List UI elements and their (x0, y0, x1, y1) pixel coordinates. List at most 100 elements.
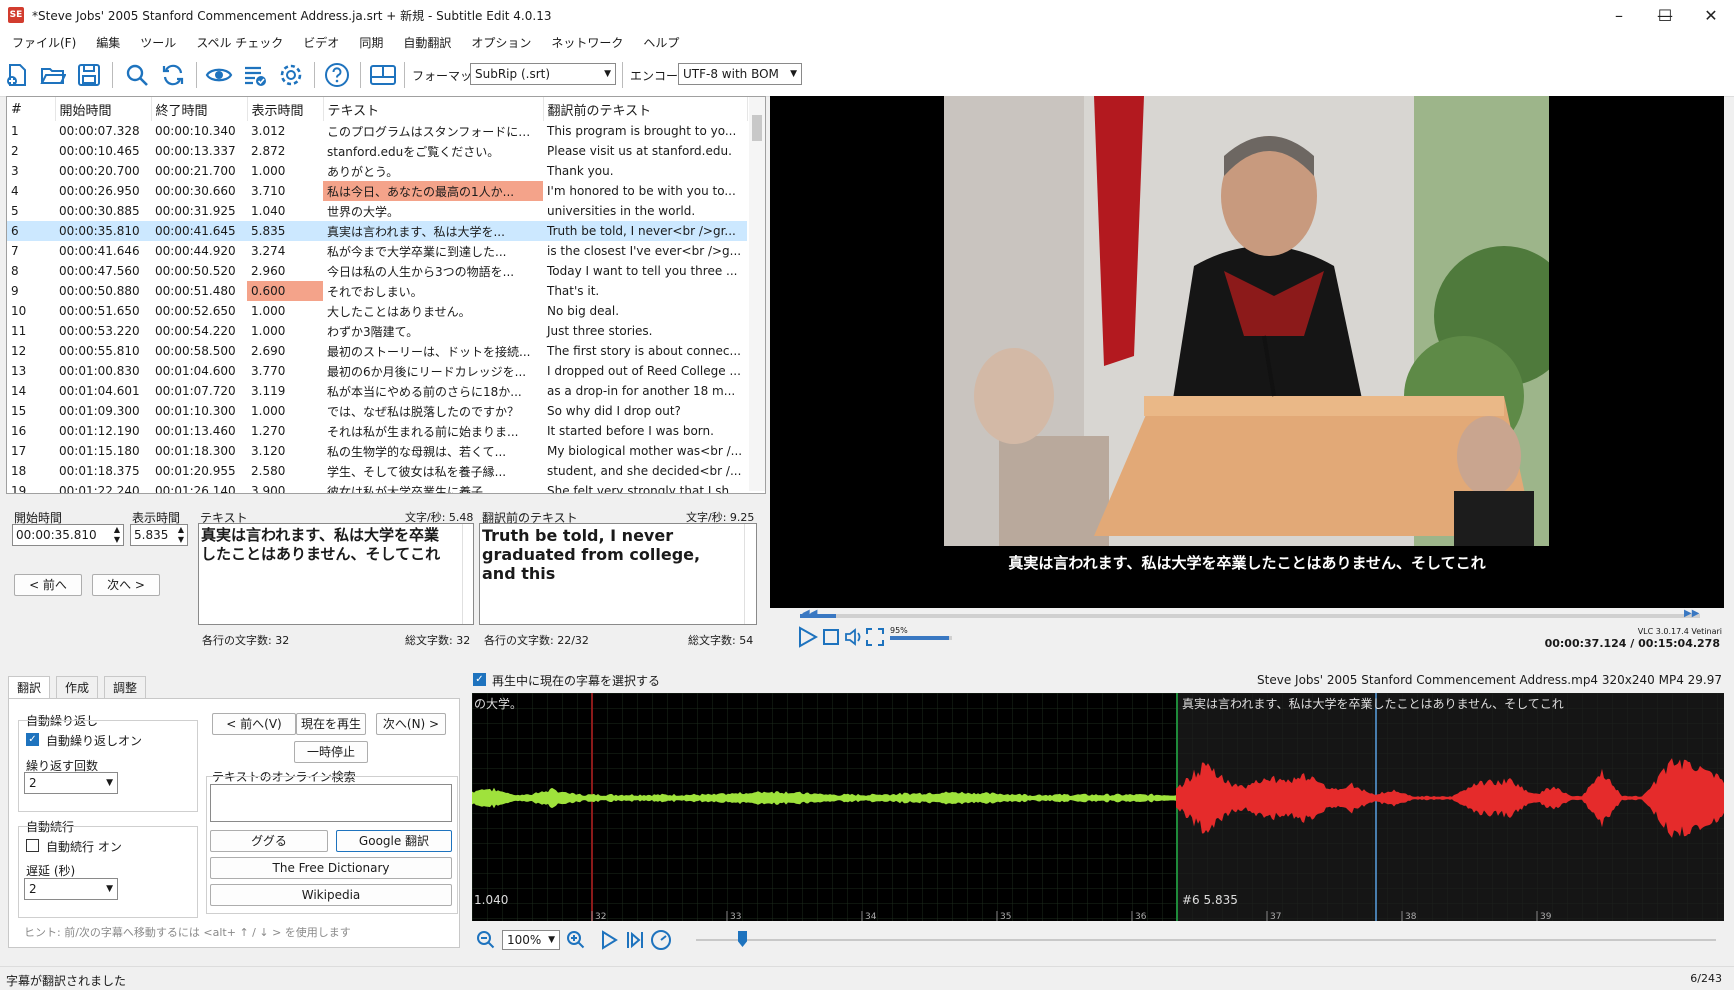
waveform-position-slider[interactable] (696, 939, 1716, 941)
save-button[interactable] (74, 60, 104, 90)
table-row[interactable]: 11 00:00:53.220 00:00:54.220 1.000 わずか3階建て。 J… (7, 321, 747, 341)
subtitle-text-input[interactable]: 真実は言われます、私は大学を卒業したことはありません、そしてこれ (198, 523, 474, 625)
next-button[interactable]: 次へ > (92, 574, 160, 596)
menu-tools[interactable]: ツール (132, 34, 184, 51)
text-scrollbar[interactable] (462, 524, 474, 624)
format-select[interactable]: SubRip (.srt) ▼ (470, 63, 616, 85)
spinner-icon[interactable]: ▲ ▼ (178, 525, 184, 545)
mute-button[interactable] (844, 628, 864, 649)
next-n-button[interactable]: 次へ(N) > (376, 713, 446, 735)
column-header-start[interactable]: 開始時間 (55, 97, 152, 121)
menu-auto-translate[interactable]: 自動翻訳 (395, 34, 459, 51)
auto-repeat-checkbox[interactable]: ✓ (26, 733, 39, 746)
menu-help[interactable]: ヘルプ (635, 34, 687, 51)
original-scrollbar[interactable] (744, 524, 756, 624)
delay-select[interactable]: 2 ▼ (24, 878, 118, 900)
seek-bar[interactable] (800, 614, 1700, 618)
google-search-button[interactable]: ググる (210, 830, 328, 852)
wikipedia-button[interactable]: Wikipedia (210, 884, 452, 906)
column-header-duration[interactable]: 表示時間 (247, 97, 324, 121)
table-row[interactable]: 19 00:01:22.240 00:01:26.140 3.900 彼女は私が大学卒業… (7, 481, 747, 493)
table-row[interactable]: 8 00:00:47.560 00:00:50.520 2.960 今日は私の人生から3… (7, 261, 747, 281)
column-header-original[interactable]: 翻訳前のテキスト (543, 97, 748, 121)
start-time-input[interactable]: 00:00:35.810 ▲ ▼ (12, 524, 124, 546)
subtitle-grid[interactable]: # 開始時間 終了時間 表示時間 テキスト 翻訳前のテキスト 1 00:00:07… (6, 96, 766, 494)
tab-translate[interactable]: 翻訳 (8, 676, 51, 699)
prev-v-button[interactable]: < 前へ(V) (212, 713, 296, 735)
table-row[interactable]: 6 00:00:35.810 00:00:41.645 5.835 真実は言われます、私… (7, 221, 747, 241)
play-current-button[interactable]: 現在を再生 (296, 713, 366, 735)
visual-sync-button[interactable] (204, 60, 234, 90)
tab-create[interactable]: 作成 (56, 676, 99, 699)
play-button[interactable] (796, 626, 819, 651)
zoom-in-button[interactable] (566, 930, 586, 953)
seek-back-icon[interactable]: ◀◀ (802, 608, 817, 619)
table-row[interactable]: 15 00:01:09.300 00:01:10.300 1.000 では、なぜ私は脱落… (7, 401, 747, 421)
menu-options[interactable]: オプション (463, 34, 539, 51)
fullscreen-button[interactable] (866, 628, 884, 649)
playback-speed-button[interactable] (650, 929, 672, 954)
waveform-position-thumb[interactable] (738, 931, 747, 947)
column-header-number[interactable]: # (7, 97, 56, 121)
help-button[interactable] (322, 60, 352, 90)
table-row[interactable]: 5 00:00:30.885 00:00:31.925 1.040 世界の大学。 univ… (7, 201, 747, 221)
pause-button[interactable]: 一時停止 (294, 741, 368, 763)
menu-edit[interactable]: 編集 (88, 34, 128, 51)
table-row[interactable]: 3 00:00:20.700 00:00:21.700 1.000 ありがとう。 Than… (7, 161, 747, 181)
repeat-count-select[interactable]: 2 ▼ (24, 772, 118, 794)
table-row[interactable]: 10 00:00:51.650 00:00:52.650 1.000 大したことはありま… (7, 301, 747, 321)
stop-button[interactable] (822, 628, 840, 649)
find-button[interactable] (122, 60, 152, 90)
close-button[interactable]: ✕ (1688, 0, 1734, 30)
original-total-chars: 総文字数: 54 (688, 634, 754, 647)
spellcheck-button[interactable] (240, 60, 270, 90)
table-row[interactable]: 14 00:01:04.601 00:01:07.720 3.119 私が本当にやめる前… (7, 381, 747, 401)
duration-input[interactable]: 5.835 ▲ ▼ (130, 524, 188, 546)
google-translate-button[interactable]: Google 翻訳 (336, 830, 452, 852)
table-row[interactable]: 17 00:01:15.180 00:01:18.300 3.120 私の生物学的な母親… (7, 441, 747, 461)
encoding-select[interactable]: UTF-8 with BOM ▼ (678, 63, 802, 85)
open-folder-button[interactable] (38, 60, 68, 90)
menu-network[interactable]: ネットワーク (543, 34, 631, 51)
video-player[interactable]: 真実は言われます、私は大学を卒業したことはありません、そしてこれ (770, 96, 1724, 608)
new-file-button[interactable] (2, 60, 32, 90)
column-header-text[interactable]: テキスト (323, 97, 544, 121)
table-row[interactable]: 18 00:01:18.375 00:01:20.955 2.580 学生、そして彼女は… (7, 461, 747, 481)
minimize-icon-button[interactable]: – (1596, 0, 1642, 30)
prev-button[interactable]: < 前へ (14, 574, 82, 596)
online-search-input[interactable] (210, 784, 452, 822)
table-row[interactable]: 9 00:00:50.880 00:00:51.480 0.600 それでおしまい。 Th… (7, 281, 747, 301)
seek-forward-icon[interactable]: ▶▶ (1684, 608, 1699, 619)
table-row[interactable]: 4 00:00:26.950 00:00:30.660 3.710 私は今日、あなたの最… (7, 181, 747, 201)
table-row[interactable]: 7 00:00:41.646 00:00:44.920 3.274 私が今まで大学卒業に… (7, 241, 747, 261)
original-text-input[interactable]: Truth be told, I never graduated from co… (479, 523, 757, 625)
maximize-button[interactable]: ☐ (1642, 0, 1688, 30)
table-row[interactable]: 1 00:00:07.328 00:00:10.340 3.012 このプログラムはスタ… (7, 121, 747, 141)
menu-file[interactable]: ファイル(F) (4, 34, 84, 51)
waveform-play-selection-button[interactable] (626, 930, 644, 953)
grid-scrollbar-thumb[interactable] (752, 115, 762, 141)
toolbar-separator (112, 62, 113, 88)
volume-slider[interactable] (890, 636, 952, 640)
spinner-icon[interactable]: ▲ ▼ (114, 525, 120, 545)
select-current-checkbox[interactable]: ✓ (473, 673, 486, 686)
table-row[interactable]: 13 00:01:00.830 00:01:04.600 3.770 最初の6か月後にリ… (7, 361, 747, 381)
auto-continue-checkbox[interactable] (26, 839, 39, 852)
table-row[interactable]: 2 00:00:10.465 00:00:13.337 2.872 stanford.e… (7, 141, 747, 161)
settings-button[interactable] (276, 60, 306, 90)
column-header-end[interactable]: 終了時間 (151, 97, 248, 121)
tab-adjust[interactable]: 調整 (104, 676, 147, 699)
zoom-out-button[interactable] (476, 930, 496, 953)
menu-sync[interactable]: 同期 (351, 34, 391, 51)
table-row[interactable]: 16 00:01:12.190 00:01:13.460 1.270 それは私が生まれる… (7, 421, 747, 441)
menu-spellcheck[interactable]: スペル チェック (188, 34, 291, 51)
layout-button[interactable] (368, 60, 398, 90)
waveform-play-button[interactable] (600, 930, 618, 953)
menu-video[interactable]: ビデオ (295, 34, 347, 51)
waveform[interactable]: 32 33 34 35 36 37 38 39 の大学。 1.040 真実は言われます、私は大… (472, 693, 1724, 921)
replace-button[interactable] (158, 60, 188, 90)
free-dictionary-button[interactable]: The Free Dictionary (210, 857, 452, 879)
zoom-select[interactable]: 100% ▼ (502, 930, 560, 950)
grid-scrollbar[interactable] (749, 97, 765, 491)
table-row[interactable]: 12 00:00:55.810 00:00:58.500 2.690 最初のストーリーは… (7, 341, 747, 361)
